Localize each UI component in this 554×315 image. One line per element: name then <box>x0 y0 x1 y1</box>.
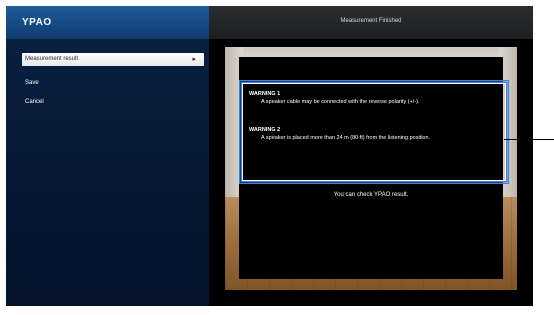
warning-message: A speaker cable may be connected with th… <box>261 99 420 105</box>
menu-pane: YPAO Measurement result ▸ Save Cancel <box>6 6 209 306</box>
app-title: YPAO <box>22 17 52 28</box>
menu-item-label: Cancel <box>25 99 44 105</box>
submenu-arrow-icon: ▸ <box>192 56 196 63</box>
callout-line <box>504 139 554 140</box>
result-title: Measurement Finished <box>340 18 402 24</box>
menu-header: YPAO <box>6 6 209 39</box>
result-footer-text: You can check YPAO result. <box>333 192 409 198</box>
menu-item-cancel[interactable]: Cancel <box>22 96 204 109</box>
warning-box: WARNING 1 A speaker cable may be connect… <box>239 80 509 184</box>
result-header: Measurement Finished <box>209 6 533 39</box>
result-pane: Measurement Finished WARNING 1 A speaker… <box>209 6 533 306</box>
menu-item-save[interactable]: Save <box>22 77 204 90</box>
menu-item-label: Measurement result <box>25 56 79 62</box>
tv-screen: YPAO Measurement result ▸ Save Cancel Me… <box>6 6 533 306</box>
warning-message: A speaker is placed more than 24 m (80 f… <box>261 135 431 141</box>
warning-heading: WARNING 2 <box>249 127 281 133</box>
menu-item-label: Save <box>25 80 39 86</box>
menu-item-measurement-result[interactable]: Measurement result ▸ <box>22 53 204 66</box>
warning-heading: WARNING 1 <box>249 91 281 97</box>
